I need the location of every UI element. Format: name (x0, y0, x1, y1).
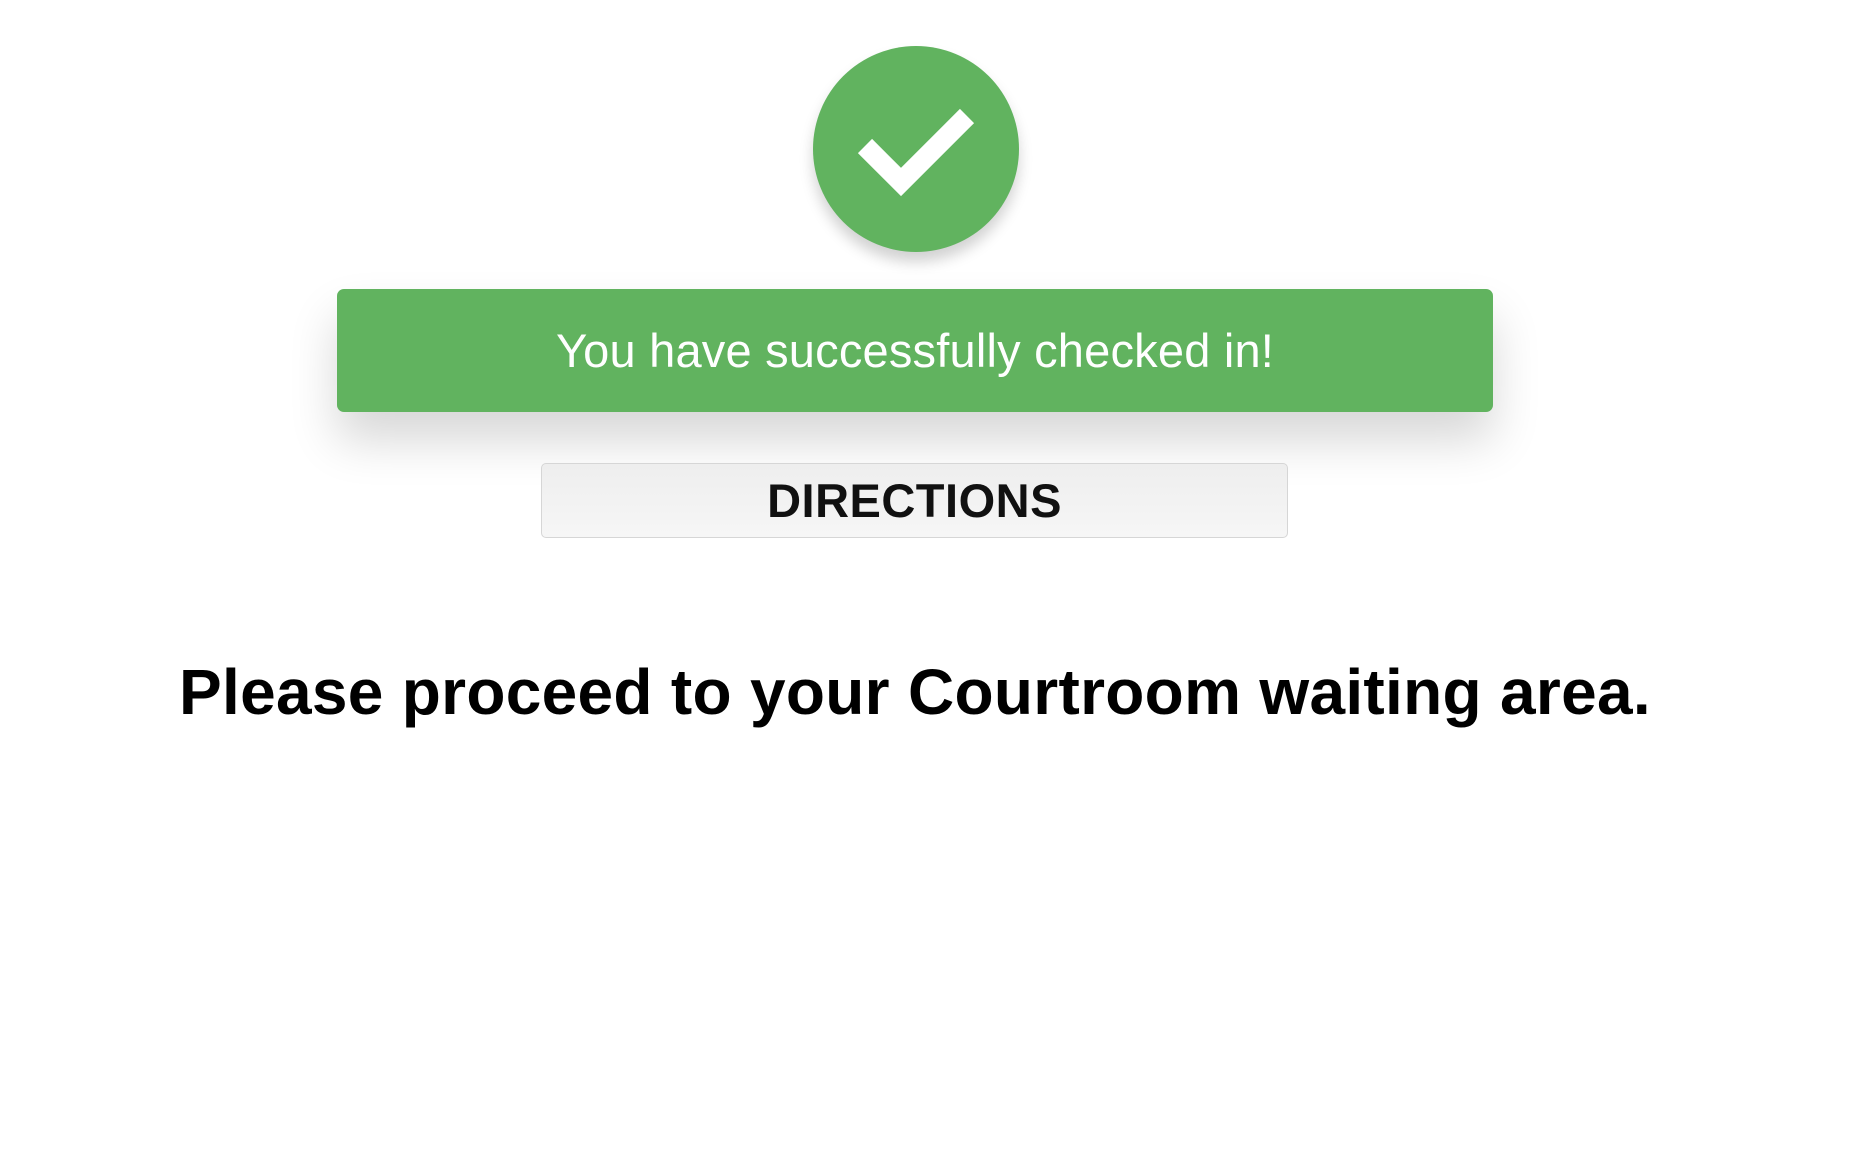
directions-button-label: DIRECTIONS (767, 474, 1062, 527)
success-message: You have successfully checked in! (555, 324, 1275, 377)
directions-button[interactable]: DIRECTIONS (541, 463, 1288, 538)
proceed-instruction: Please proceed to your Courtroom waiting… (179, 656, 1651, 728)
success-banner: You have successfully checked in! (337, 289, 1493, 412)
success-checkmark-badge (813, 46, 1019, 252)
checkmark-icon (857, 108, 975, 197)
check-in-confirmation-page: You have successfully checked in! DIRECT… (0, 0, 1858, 1172)
